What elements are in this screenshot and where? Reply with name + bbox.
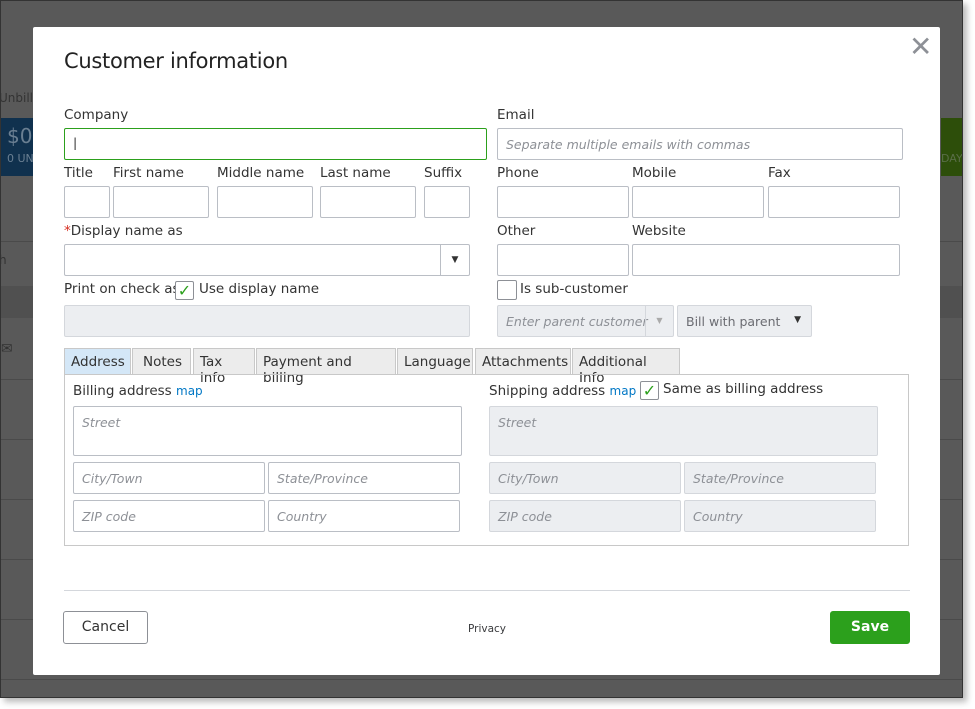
same-as-billing-label: Same as billing address (663, 381, 824, 397)
chevron-down-icon[interactable]: ▼ (794, 315, 801, 325)
website-input[interactable] (632, 244, 900, 276)
use-display-name-label: Use display name (199, 281, 320, 297)
other-label: Other (497, 223, 536, 239)
email-input[interactable]: Separate multiple emails with commas (497, 128, 903, 160)
billing-city-input[interactable]: City/Town (73, 462, 265, 494)
bill-with-parent-value: Bill with parent (686, 314, 781, 329)
billing-address-heading: Billing address map (73, 383, 203, 399)
title-label: Title (64, 165, 93, 181)
middle-name-label: Middle name (217, 165, 305, 181)
company-input[interactable]: | (64, 128, 487, 160)
close-icon[interactable]: ✕ (909, 33, 932, 61)
tab-additional-info[interactable]: Additional Info (572, 348, 680, 386)
shipping-address-heading: Shipping address map (489, 383, 636, 399)
email-label: Email (497, 107, 535, 123)
checkmark-icon: ✓ (177, 281, 192, 300)
tab-language[interactable]: Language (397, 348, 473, 375)
display-name-select[interactable]: ▼ (64, 244, 470, 276)
sub-customer-checkbox[interactable] (497, 280, 517, 300)
address-panel: Billing address map Street City/Town Sta… (64, 374, 909, 546)
phone-input[interactable] (497, 186, 629, 218)
tab-attachments[interactable]: Attachments (475, 348, 571, 375)
bill-with-parent-select[interactable]: Bill with parent ▼ (677, 305, 812, 337)
tab-address[interactable]: Address (64, 348, 131, 375)
shipping-street-input[interactable]: Street (489, 406, 878, 456)
phone-label: Phone (497, 165, 539, 181)
display-name-text: Display name as (70, 223, 183, 239)
first-name-input[interactable] (113, 186, 209, 218)
print-on-check-label: Print on check as (64, 281, 180, 297)
fax-label: Fax (768, 165, 791, 181)
shipping-zip-input[interactable]: ZIP code (489, 500, 681, 532)
fax-input[interactable] (768, 186, 900, 218)
footer-divider (64, 590, 910, 591)
tab-tax-info[interactable]: Tax info (193, 348, 255, 386)
billing-street-input[interactable]: Street (73, 406, 462, 456)
shipping-country-input[interactable]: Country (684, 500, 876, 532)
tab-notes[interactable]: Notes (132, 348, 191, 375)
bg-day: DAY (941, 152, 963, 165)
shipping-heading-text: Shipping address (489, 383, 606, 399)
privacy-link[interactable]: Privacy (468, 623, 506, 635)
save-button[interactable]: Save (830, 611, 910, 644)
suffix-input[interactable] (424, 186, 470, 218)
tab-payment-and-billing[interactable]: Payment and billing (256, 348, 396, 386)
bg-envelope-icon: ✉ (1, 341, 13, 357)
parent-customer-placeholder: Enter parent customer (506, 314, 648, 329)
bg-units: 0 UN (7, 152, 34, 165)
shipping-state-input[interactable]: State/Province (684, 462, 876, 494)
cancel-button[interactable]: Cancel (63, 611, 148, 644)
chevron-down-icon[interactable]: ▼ (440, 245, 469, 275)
bg-amount: $0 (7, 124, 33, 148)
sub-customer-label: Is sub-customer (520, 281, 628, 297)
same-as-billing-checkbox[interactable]: ✓ (640, 381, 659, 400)
other-input[interactable] (497, 244, 629, 276)
billing-zip-input[interactable]: ZIP code (73, 500, 265, 532)
dialog-title: Customer information (64, 49, 288, 73)
last-name-input[interactable] (320, 186, 416, 218)
title-input[interactable] (64, 186, 110, 218)
suffix-label: Suffix (424, 165, 463, 181)
print-on-check-input[interactable] (64, 305, 470, 337)
middle-name-input[interactable] (217, 186, 313, 218)
parent-customer-input[interactable]: Enter parent customer ▼ (497, 305, 674, 337)
chevron-down-icon[interactable]: ▼ (645, 306, 673, 336)
website-label: Website (632, 223, 686, 239)
billing-map-link[interactable]: map (176, 384, 203, 398)
mobile-label: Mobile (632, 165, 677, 181)
last-name-label: Last name (320, 165, 391, 181)
shipping-city-input[interactable]: City/Town (489, 462, 681, 494)
required-mark: * (64, 223, 71, 239)
billing-country-input[interactable]: Country (268, 500, 460, 532)
shipping-map-link[interactable]: map (610, 384, 637, 398)
billing-heading-text: Billing address (73, 383, 172, 399)
bg-green-card: DAY (941, 118, 963, 176)
company-label: Company (64, 107, 129, 123)
mobile-input[interactable] (632, 186, 764, 218)
billing-state-input[interactable]: State/Province (268, 462, 460, 494)
use-display-name-checkbox[interactable]: ✓ (175, 281, 194, 300)
checkmark-icon: ✓ (642, 381, 657, 400)
first-name-label: First name (113, 165, 184, 181)
display-name-label: *Display name as (64, 223, 183, 239)
bg-search: h (1, 253, 7, 267)
customer-information-dialog: Customer information ✕ Company | Email S… (33, 27, 940, 675)
